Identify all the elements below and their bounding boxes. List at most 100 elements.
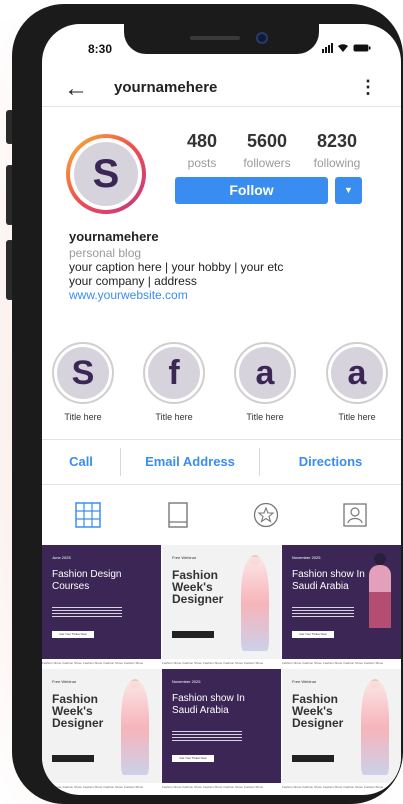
dress-sketch: [121, 679, 149, 775]
post-tag: June 2025: [52, 555, 71, 560]
post-cta: [52, 755, 94, 762]
avatar-ring[interactable]: S: [66, 134, 146, 214]
stat-following-value: 8230: [316, 131, 358, 151]
post-title: Fashion Design Courses: [52, 569, 122, 592]
stat-followers-label: followers: [243, 156, 291, 170]
battery-icon: [353, 44, 371, 52]
bio-website-link[interactable]: www.yourwebsite.com: [69, 288, 379, 302]
dress-sketch: [241, 555, 269, 651]
highlight-ring: a: [234, 342, 296, 404]
figure-head: [374, 553, 386, 565]
highlight-2[interactable]: f Title here: [141, 342, 207, 422]
post-tag: Free Webinar: [52, 679, 77, 684]
back-arrow-icon[interactable]: ←: [64, 77, 88, 101]
avatar: S: [74, 142, 138, 206]
post-strip: Fashion Show, Fashion Show, Fashion Show…: [42, 783, 161, 791]
stat-followers-value: 5600: [246, 131, 288, 151]
dress-body: [361, 681, 389, 775]
post-body-text: [52, 607, 122, 619]
bio-line-1: your caption here | your hobby | your et…: [69, 260, 284, 274]
follow-button[interactable]: Follow: [175, 177, 328, 204]
post-cta: Get Your Ticket Now: [52, 631, 94, 638]
highlight-1-avatar: S: [57, 347, 109, 399]
highlight-ring: S: [52, 342, 114, 404]
tv-icon[interactable]: [165, 502, 191, 528]
stat-posts[interactable]: 480 posts: [167, 131, 237, 170]
highlight-2-avatar: f: [148, 347, 200, 399]
post-strip: Fashion Show, Fashion Show, Fashion Show…: [282, 783, 401, 791]
directions-button[interactable]: Directions: [260, 440, 401, 484]
stat-posts-label: posts: [187, 156, 217, 170]
chevron-down-icon[interactable]: ▼: [335, 177, 362, 204]
bio-line-2: your company | address: [69, 274, 197, 288]
stat-followers[interactable]: 5600 followers: [232, 131, 302, 170]
dress-body: [121, 681, 149, 775]
post-tag: Free Webinar: [172, 555, 197, 560]
post-strip: Fashion Show, Fashion Show, Fashion Show…: [282, 659, 401, 667]
status-icons: [322, 43, 371, 53]
post-body-text: [172, 731, 242, 743]
notch: [124, 24, 319, 54]
call-button[interactable]: Call: [42, 440, 120, 484]
post-tag: November 2025: [292, 555, 321, 560]
profile-header: ← yournamehere ⋮: [42, 69, 401, 107]
phone-screen: 8:30 ← yournamehere ⋮ S 480 posts 5600 f…: [42, 24, 401, 795]
contact-actions-bar: Call Email Address Directions: [42, 439, 401, 485]
more-options-icon[interactable]: ⋮: [359, 77, 377, 98]
wifi-icon: [338, 44, 348, 52]
bio-category: personal blog: [69, 246, 142, 260]
dress-sketch: [361, 679, 389, 775]
post-cta: Get Your Ticket Now: [292, 631, 334, 638]
post-body-text: [292, 607, 354, 619]
post-strip: Fashion Show, Fashion Show, Fashion Show…: [162, 659, 281, 667]
post-tag: Free Webinar: [292, 679, 317, 684]
highlight-3-title: Title here: [246, 412, 284, 422]
post-title: Fashion Week's Designer: [52, 692, 104, 730]
signal-icon: [322, 43, 333, 53]
post-title: Fashion show In Saudi Arabia: [172, 693, 245, 716]
fashion-figure: [369, 565, 391, 655]
post-title: Fashion show In Saudi Arabia: [292, 569, 365, 592]
post-thumbnail[interactable]: November 2025 Fashion show In Saudi Arab…: [282, 545, 401, 667]
highlight-3-avatar: a: [239, 347, 291, 399]
highlight-1[interactable]: S Title here: [50, 342, 116, 422]
post-thumbnail[interactable]: Free Webinar Fashion Week's Designer Fas…: [282, 669, 401, 791]
avatar-inner: S: [70, 138, 142, 210]
stat-posts-value: 480: [186, 131, 218, 151]
header-username: yournamehere: [114, 79, 218, 96]
post-title: Fashion Week's Designer: [172, 568, 224, 606]
dress-body: [241, 557, 269, 651]
post-strip: Fashion Show, Fashion Show, Fashion Show…: [42, 659, 161, 667]
highlight-4-title: Title here: [338, 412, 376, 422]
stat-following-label: following: [313, 156, 361, 170]
email-address-button[interactable]: Email Address: [121, 440, 259, 484]
post-thumbnail[interactable]: June 2025 Fashion Design Courses Get You…: [42, 545, 161, 667]
highlight-ring: a: [326, 342, 388, 404]
posts-grid: June 2025 Fashion Design Courses Get You…: [42, 545, 401, 795]
highlight-1-title: Title here: [64, 412, 102, 422]
star-icon[interactable]: [253, 502, 279, 528]
post-strip: Fashion Show, Fashion Show, Fashion Show…: [162, 783, 281, 791]
post-cta: Get Your Ticket Now: [172, 755, 214, 762]
highlight-3[interactable]: a Title here: [232, 342, 298, 422]
highlight-ring: f: [143, 342, 205, 404]
bio-section: yournamehere personal blog your caption …: [69, 229, 379, 303]
phone-frame: 8:30 ← yournamehere ⋮ S 480 posts 5600 f…: [12, 4, 403, 804]
status-time: 8:30: [88, 42, 113, 56]
highlight-4[interactable]: a Title here: [324, 342, 390, 422]
camera-icon: [256, 32, 268, 44]
post-thumbnail[interactable]: Free Webinar Fashion Week's Designer Fas…: [162, 545, 281, 667]
post-cta: [292, 755, 334, 762]
bio-name: yournamehere: [69, 229, 159, 244]
post-title: Fashion Week's Designer: [292, 692, 344, 730]
tagged-icon[interactable]: [342, 502, 368, 528]
post-cta: [172, 631, 214, 638]
speaker-grille: [190, 36, 240, 40]
post-thumbnail[interactable]: Free Webinar Fashion Week's Designer Fas…: [42, 669, 161, 791]
post-thumbnail[interactable]: November 2025 Fashion show In Saudi Arab…: [162, 669, 281, 791]
stat-following[interactable]: 8230 following: [302, 131, 372, 170]
highlight-4-avatar: a: [331, 347, 383, 399]
highlight-2-title: Title here: [155, 412, 193, 422]
grid-icon[interactable]: [75, 502, 101, 528]
post-tag: November 2025: [172, 679, 201, 684]
